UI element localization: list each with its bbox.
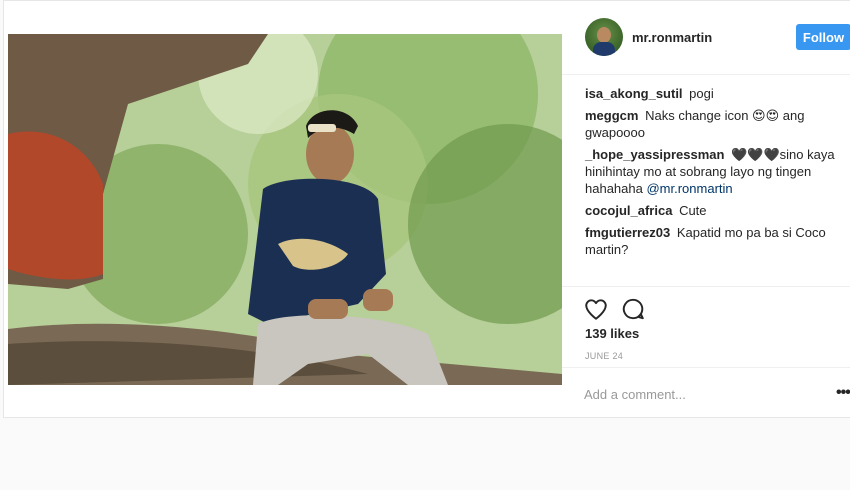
comment-mention-link[interactable]: @mr.ronmartin: [646, 181, 732, 196]
avatar-face: [597, 27, 611, 43]
avatar[interactable]: [585, 18, 623, 56]
post-date: JUNE 24: [585, 351, 624, 361]
post-card: mr.ronmartin Follow isa_akong_sutil pogi…: [3, 0, 850, 418]
add-comment-bar: •••: [562, 367, 850, 421]
ellipsis-icon[interactable]: •••: [836, 384, 850, 402]
comment-bubble-icon[interactable]: [620, 296, 646, 322]
comment-item: meggcm Naks change icon 😍😍 ang gwapoooo: [585, 107, 847, 141]
post-photo[interactable]: [8, 34, 562, 385]
comment-username[interactable]: _hope_yassipressman: [585, 147, 724, 162]
comment-username[interactable]: meggcm: [585, 108, 638, 123]
like-count[interactable]: 139 likes: [585, 326, 639, 341]
comment-username[interactable]: cocojul_africa: [585, 203, 672, 218]
heart-icon[interactable]: [583, 296, 609, 322]
comment-input[interactable]: [584, 384, 804, 404]
comment-username[interactable]: isa_akong_sutil: [585, 86, 683, 101]
comment-item: _hope_yassipressman 🖤🖤🖤sino kaya hinihin…: [585, 146, 847, 197]
follow-button[interactable]: Follow: [796, 24, 850, 50]
username-link[interactable]: mr.ronmartin: [632, 30, 712, 45]
post-header: mr.ronmartin Follow: [562, 1, 850, 75]
comment-text: Cute: [679, 203, 707, 218]
comment-item: fmgutierrez03 Kapatid mo pa ba si Coco m…: [585, 224, 847, 258]
photo-illustration: [8, 34, 562, 385]
post-sidebar: mr.ronmartin Follow isa_akong_sutil pogi…: [562, 1, 850, 419]
comment-item: cocojul_africa Cute: [585, 202, 847, 219]
comments-list: isa_akong_sutil pogi meggcm Naks change …: [585, 85, 847, 263]
comment-username[interactable]: fmgutierrez03: [585, 225, 670, 240]
post-actions: 139 likes JUNE 24 •••: [562, 286, 850, 419]
comment-item: isa_akong_sutil pogi: [585, 85, 847, 102]
comment-text: pogi: [689, 86, 714, 101]
avatar-body: [593, 42, 615, 56]
